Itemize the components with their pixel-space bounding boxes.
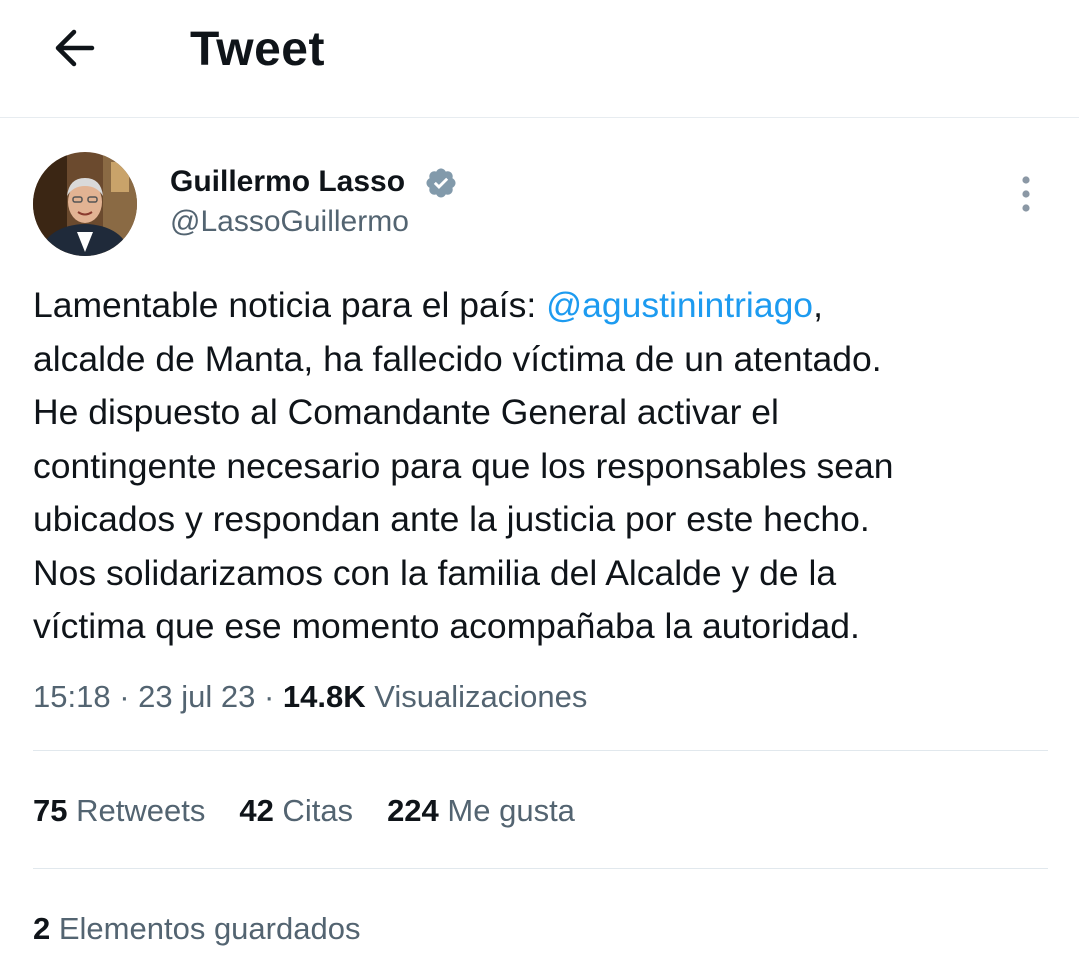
- arrow-left-icon: [55, 29, 95, 67]
- tweet-line: contingente necesario para que los respo…: [33, 445, 894, 486]
- tweet-line: Lamentable noticia para el país: @agusti…: [33, 285, 823, 325]
- divider: [33, 750, 1048, 751]
- author-handle[interactable]: @LassoGuillermo: [170, 204, 409, 240]
- views-count: 14.8K: [282, 679, 366, 714]
- avatar[interactable]: [33, 152, 137, 256]
- mention-link[interactable]: @agustinintriago: [546, 285, 813, 325]
- top-bar: Tweet: [0, 0, 1079, 118]
- bookmarks-stat[interactable]: 2 Elementos guardados: [33, 908, 360, 950]
- tweet-text: Lamentable noticia para el país: @agusti…: [33, 279, 1053, 654]
- tweet-time[interactable]: 15:18: [33, 679, 111, 714]
- tweet-line: víctima que ese momento acompañaba la au…: [33, 606, 860, 646]
- engagement-stats: 75 Retweets 42 Citas 224 Me gusta: [33, 790, 575, 832]
- tweet-meta: 15:18 · 23 jul 23 · 14.8K Visualizacione…: [33, 679, 588, 714]
- likes-stat[interactable]: 224 Me gusta: [387, 790, 575, 832]
- retweets-stat[interactable]: 75 Retweets: [33, 790, 205, 832]
- tweet-line: ubicados y respondan ante la justicia po…: [33, 499, 870, 539]
- page-title: Tweet: [190, 23, 325, 76]
- more-vertical-icon: [1022, 176, 1030, 212]
- tweet-line: alcalde de Manta, ha fallecido víctima d…: [33, 338, 882, 379]
- more-options-button[interactable]: [1006, 172, 1046, 216]
- views-label: Visualizaciones: [365, 679, 588, 714]
- author-display-name[interactable]: Guillermo Lasso: [170, 163, 405, 201]
- tweet-line: Nos solidarizamos con la familia del Alc…: [33, 552, 837, 593]
- verified-badge-icon: [426, 168, 456, 198]
- quotes-stat[interactable]: 42 Citas: [239, 790, 353, 832]
- tweet-line: He dispuesto al Comandante General activ…: [33, 392, 779, 432]
- tweet-date[interactable]: 23 jul 23: [138, 679, 255, 714]
- avatar-image: [33, 152, 137, 256]
- back-button[interactable]: [44, 20, 104, 76]
- divider: [33, 868, 1048, 869]
